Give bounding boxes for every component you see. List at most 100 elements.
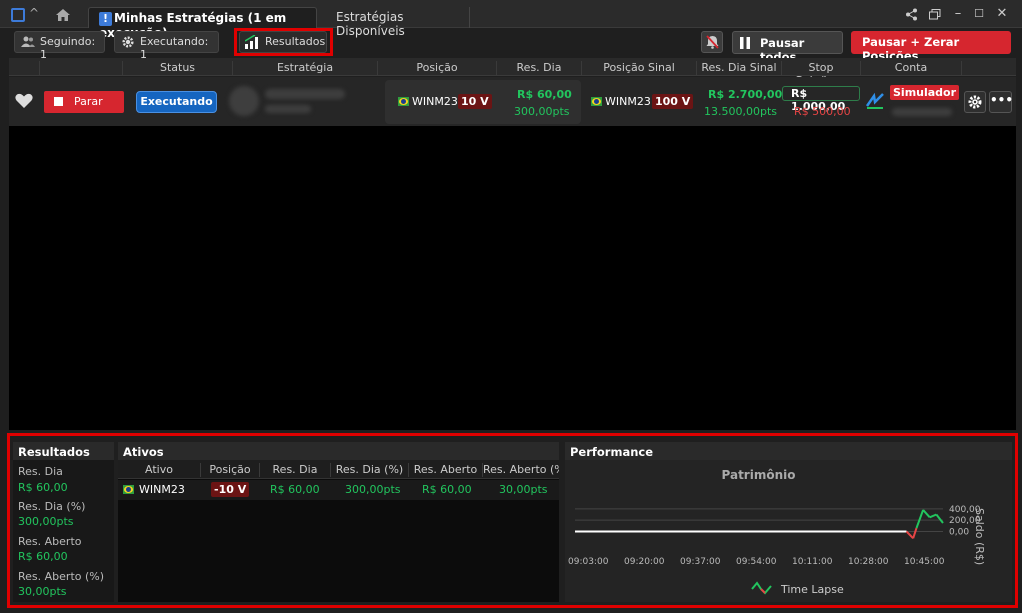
series-segment: [922, 509, 931, 519]
col-strategy[interactable]: Estratégia: [232, 61, 377, 75]
performance-panel: Performance Patrimônio Saldo (R$) 400,00…: [565, 442, 1012, 602]
col-res-open[interactable]: Res. Aberto: [408, 463, 482, 477]
result-value: 30,00pts: [18, 585, 67, 598]
pause-icon: [740, 37, 750, 49]
x-tick-label: 10:45:00: [904, 557, 945, 567]
time-lapse-legend-label: Time Lapse: [781, 583, 844, 596]
alert-icon: !: [99, 12, 112, 26]
close-icon[interactable]: ✕: [992, 6, 1012, 21]
status-badge[interactable]: Executando: [136, 91, 217, 113]
series-segment: [915, 509, 925, 529]
asset-name: WINM23: [139, 483, 185, 496]
results-panel-title: Resultados: [13, 442, 114, 460]
position-qty: 10 V: [458, 94, 492, 109]
brazil-flag-icon: [398, 97, 409, 106]
assets-panel: Ativos Ativo Posição Res. Dia Res. Dia (…: [118, 442, 559, 602]
chevron-up-icon[interactable]: ^: [29, 6, 39, 20]
col-position[interactable]: Posição: [200, 463, 259, 477]
res-day-signal-pts: 13.500,00pts: [704, 105, 778, 118]
res-day-pts: 300,00pts: [514, 105, 570, 118]
stop-strategy-button[interactable]: Parar: [44, 91, 124, 113]
result-label: Res. Aberto (%): [18, 570, 105, 583]
restore-window-icon[interactable]: [929, 9, 941, 20]
grid-divider: [39, 61, 40, 75]
y-tick-label: 0,00: [949, 528, 969, 538]
time-lapse-legend-icon: [751, 581, 772, 595]
pause-all-button[interactable]: Pausar todos: [732, 31, 843, 64]
mute-notifications-button[interactable]: [701, 31, 723, 53]
series-segment: [905, 530, 914, 539]
stop-gain-value: R$ 1.000,00: [782, 86, 860, 113]
col-res-open-pct[interactable]: Res. Aberto (%: [482, 463, 559, 477]
stop-loss-value: R$ 500,00: [794, 105, 851, 118]
results-panel: Resultados Res. Dia R$ 60,00 Res. Dia (%…: [13, 442, 114, 602]
col-res-day[interactable]: Res. Dia: [496, 61, 581, 75]
col-res-day[interactable]: Res. Dia: [259, 463, 330, 477]
brazil-flag-icon: [591, 97, 602, 106]
asset-res-open-pct: 30,00pts: [499, 483, 548, 496]
asset-res-open: R$ 60,00: [422, 483, 472, 496]
gear-icon: [122, 36, 134, 48]
performance-panel-title: Performance: [565, 442, 1012, 460]
signal-position-qty: 100 V: [652, 94, 694, 109]
asset-res-day: R$ 60,00: [270, 483, 320, 496]
strategy-row[interactable]: Parar Executando WINM23 10 V R$ 60,00 30…: [9, 77, 1016, 126]
asset-res-day-pct: 300,00pts: [345, 483, 401, 496]
y-tick-label: 200,00: [949, 516, 981, 526]
signal-position-asset: WINM23: [605, 95, 651, 108]
tab-my-strategies[interactable]: !Minhas Estratégias (1 em execução): [88, 7, 317, 40]
highlight-frame: [234, 28, 333, 56]
stop-icon: [54, 97, 63, 106]
strategy-settings-button[interactable]: [964, 91, 986, 113]
maximize-icon[interactable]: ☐: [969, 7, 989, 20]
col-account[interactable]: Conta: [860, 61, 962, 75]
following-button[interactable]: Seguindo: 1: [14, 31, 105, 61]
res-day-value: R$ 60,00: [517, 88, 572, 101]
toolbar: Seguindo: 1 Executando: 1 Resultados Pau…: [0, 28, 1022, 64]
tab-available-strategies[interactable]: Estratégias Disponíveis: [326, 7, 470, 38]
gear-icon: [968, 95, 982, 109]
strategy-name-redacted: [265, 89, 345, 99]
result-label: Res. Dia (%): [18, 500, 86, 513]
col-status[interactable]: Status: [122, 61, 232, 75]
account-type-badge: Simulador: [890, 85, 960, 100]
col-res-day-pct[interactable]: Res. Dia (%): [330, 463, 408, 477]
x-tick-label: 09:03:00: [568, 557, 609, 567]
executing-button[interactable]: Executando: 1: [114, 31, 219, 61]
asset-position: -10 V: [211, 482, 250, 497]
result-value: R$ 60,00: [18, 481, 68, 494]
col-position[interactable]: Posição: [377, 61, 496, 75]
share-icon[interactable]: [905, 8, 918, 21]
x-tick-label: 09:54:00: [736, 557, 777, 567]
result-value: R$ 60,00: [18, 550, 68, 563]
col-res-day-signal[interactable]: Res. Dia Sinal: [696, 61, 781, 75]
users-icon: [21, 36, 35, 47]
heart-icon[interactable]: [15, 93, 33, 109]
app-logo-icon[interactable]: [11, 8, 25, 22]
result-label: Res. Dia: [18, 465, 63, 478]
pause-zero-positions-button[interactable]: Pausar + Zerar Posições: [851, 31, 1011, 63]
chart-title: Patrimônio: [721, 468, 796, 482]
res-day-signal-value: R$ 2.700,00: [708, 88, 783, 101]
account-id-redacted: [892, 108, 952, 116]
strategy-avatar: [229, 86, 259, 116]
equity-chart[interactable]: 400,00200,00 0,00 09:03:00 09:20:00 09:37:00…: [565, 482, 985, 572]
minimize-icon[interactable]: –: [948, 6, 968, 21]
more-options-button[interactable]: •••: [989, 91, 1013, 113]
col-asset[interactable]: Ativo: [118, 463, 200, 477]
col-signal-position[interactable]: Posição Sinal: [581, 61, 696, 75]
strategy-author-redacted: [265, 105, 311, 113]
title-bar: ^ !Minhas Estratégias (1 em execução) Es…: [0, 0, 1022, 40]
series-segment: [929, 513, 937, 519]
brazil-flag-icon: [123, 485, 134, 494]
home-icon[interactable]: [56, 9, 70, 21]
stop-label: Parar: [74, 95, 103, 108]
assets-table-row[interactable]: WINM23 -10 V R$ 60,00 300,00pts R$ 60,00…: [118, 480, 559, 500]
bell-off-icon: [706, 35, 719, 49]
col-stop-gain-loss[interactable]: Stop Gain/Loss: [781, 61, 860, 87]
result-value: 300,00pts: [18, 515, 74, 528]
strategies-grid-empty-area: [9, 126, 1016, 430]
series-segment: [912, 527, 918, 539]
result-label: Res. Aberto: [18, 535, 82, 548]
strategies-grid-header: Status Estratégia Posição Res. Dia Posiç…: [9, 58, 1016, 87]
